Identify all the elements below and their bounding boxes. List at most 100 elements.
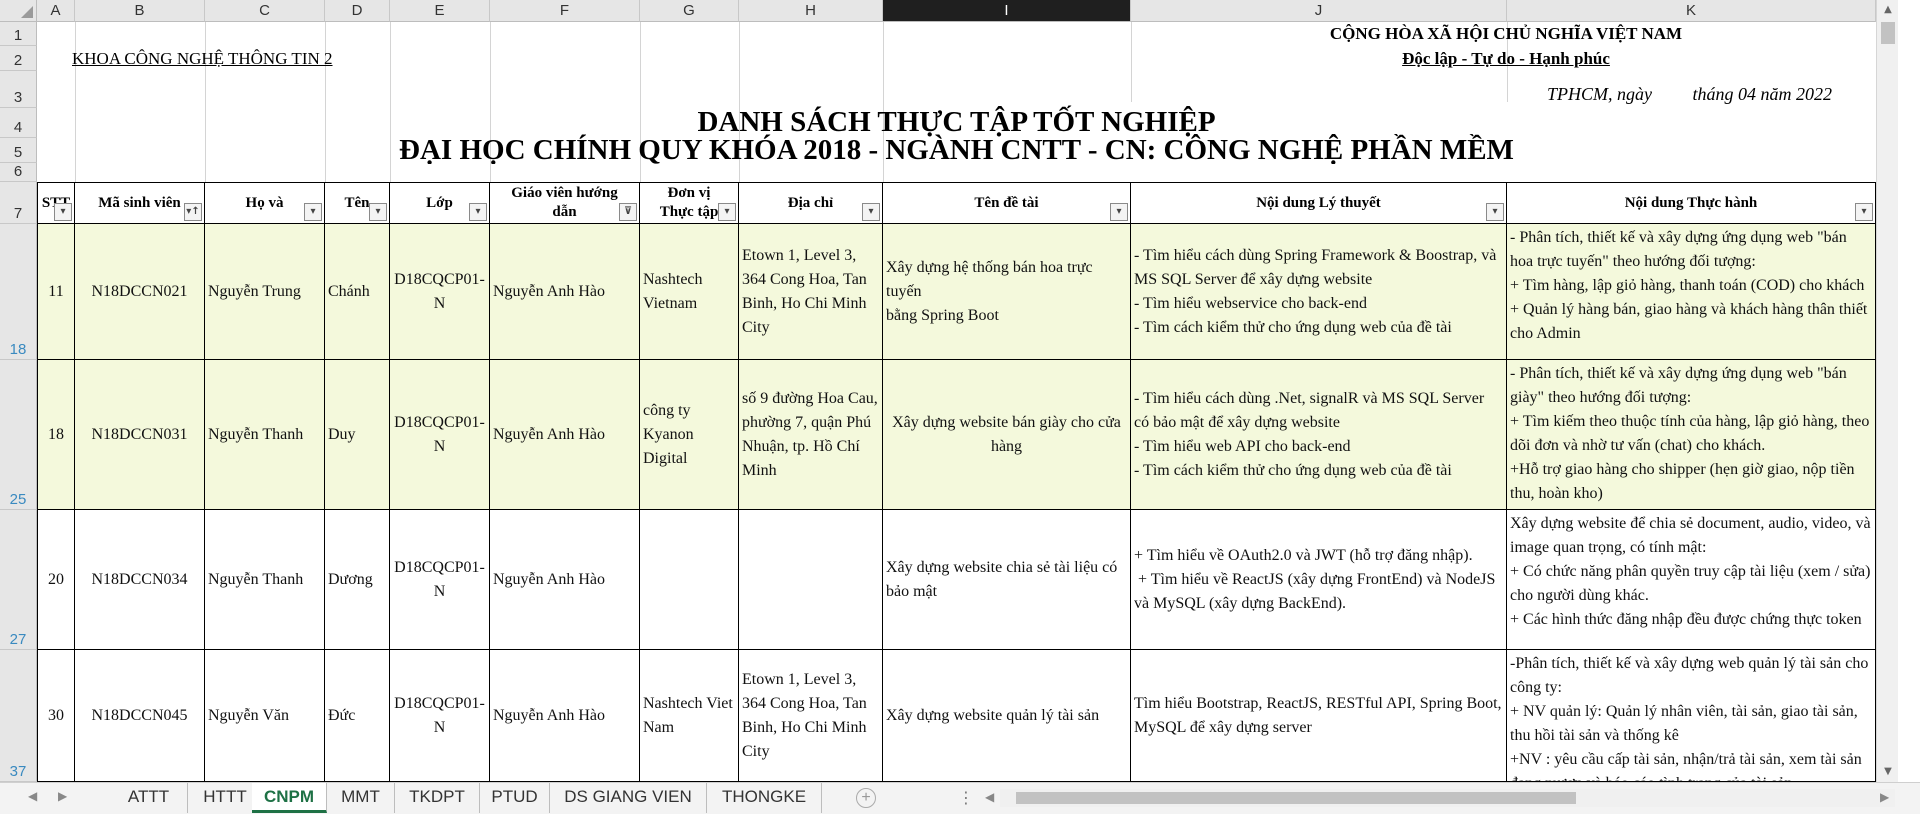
column-header-e[interactable]: E: [390, 0, 490, 22]
cell-donvi[interactable]: [640, 510, 739, 650]
cell-gv[interactable]: Nguyễn Anh Hào: [490, 360, 640, 510]
filter-dropdown-icon[interactable]: ▾: [718, 203, 736, 221]
cell-diachi[interactable]: Etown 1, Level 3, 364 Cong Hoa, Tan Binh…: [739, 650, 883, 782]
nav-prev-icon[interactable]: ◀: [28, 789, 37, 803]
row-number: 25: [9, 491, 27, 508]
cell-detai[interactable]: Xây dựng website quản lý tài sản: [883, 650, 1131, 782]
column-header-c[interactable]: C: [205, 0, 325, 22]
cell-gv[interactable]: Nguyễn Anh Hào: [490, 510, 640, 650]
tab-thongke[interactable]: THONGKE: [707, 783, 822, 813]
cell-stt-text: 30: [48, 706, 64, 724]
cell-diachi[interactable]: số 9 đường Hoa Cau, phường 7, quận Phú N…: [739, 360, 883, 510]
cell-lop[interactable]: D18CQCP01-N: [390, 224, 490, 360]
cell-donvi[interactable]: Nashtech Vietnam: [640, 224, 739, 360]
hscroll-left-icon[interactable]: ◀: [985, 790, 994, 804]
cell-msv[interactable]: N18DCCN031: [75, 360, 205, 510]
tab-ds-giang-vien[interactable]: DS GIANG VIEN: [550, 783, 707, 813]
hscroll-right-icon[interactable]: ▶: [1880, 790, 1889, 804]
tab-mmt[interactable]: MMT: [327, 783, 395, 813]
tab-ptud[interactable]: PTUD: [480, 783, 550, 813]
tab-tkdpt[interactable]: TKDPT: [395, 783, 480, 813]
filter-dropdown-icon[interactable]: ▾: [469, 203, 487, 221]
cell-detai[interactable]: Xây dựng website bán giày cho cửa hàng: [883, 360, 1131, 510]
cell-ten[interactable]: Đức: [325, 650, 390, 782]
hscroll-thumb[interactable]: [1016, 792, 1576, 804]
filter-dropdown-icon[interactable]: ▾: [1486, 203, 1504, 221]
cell-ho[interactable]: Nguyễn Trung: [205, 224, 325, 360]
cell-ten[interactable]: Dương: [325, 510, 390, 650]
cell-donvi[interactable]: công ty Kyanon Digital: [640, 360, 739, 510]
tab-attt[interactable]: ATTT: [110, 783, 188, 813]
column-header-a[interactable]: A: [37, 0, 75, 22]
column-header-h[interactable]: H: [739, 0, 883, 22]
filter-dropdown-icon[interactable]: ▾: [369, 203, 387, 221]
nav-next-icon[interactable]: ▶: [58, 789, 67, 803]
column-header-d[interactable]: D: [325, 0, 390, 22]
column-header-f[interactable]: F: [490, 0, 640, 22]
row-header-6[interactable]: 6: [0, 163, 37, 182]
row-header-4[interactable]: 4: [0, 108, 37, 138]
cell-lythuyet[interactable]: - Tìm hiểu cách dùng Spring Framework & …: [1131, 224, 1507, 360]
filter-dropdown-icon[interactable]: ▾: [54, 203, 72, 221]
cell-ten[interactable]: Chánh: [325, 224, 390, 360]
row-header-3[interactable]: 3: [0, 71, 37, 108]
column-header-k[interactable]: K: [1507, 0, 1876, 22]
cell-gv[interactable]: Nguyễn Anh Hào: [490, 224, 640, 360]
scroll-thumb[interactable]: [1881, 22, 1895, 44]
cell-stt[interactable]: 20: [37, 510, 75, 650]
row-header-2[interactable]: 2: [0, 46, 37, 71]
column-header-j[interactable]: J: [1131, 0, 1507, 22]
select-all-corner[interactable]: [0, 0, 37, 22]
column-header-b[interactable]: B: [75, 0, 205, 22]
vertical-scrollbar[interactable]: ▲ ▼: [1876, 0, 1898, 782]
scroll-up-icon[interactable]: ▲: [1877, 0, 1898, 20]
cell-diachi[interactable]: Etown 1, Level 3, 364 Cong Hoa, Tan Binh…: [739, 224, 883, 360]
cell-lythuyet[interactable]: + Tìm hiểu về OAuth2.0 và JWT (hỗ trợ đă…: [1131, 510, 1507, 650]
cell-ho[interactable]: Nguyễn Văn: [205, 650, 325, 782]
horizontal-scrollbar[interactable]: [1000, 789, 1895, 807]
cell-lop[interactable]: D18CQCP01-N: [390, 360, 490, 510]
cell-thuchanh[interactable]: - Phân tích, thiết kế và xây dựng ứng dụ…: [1507, 360, 1876, 510]
cell-gv[interactable]: Nguyễn Anh Hào: [490, 650, 640, 782]
cell-donvi[interactable]: Nashtech Viet Nam: [640, 650, 739, 782]
more-options-icon[interactable]: ⋮: [958, 788, 974, 807]
cell-thuchanh[interactable]: Xây dựng website để chia sẻ document, au…: [1507, 510, 1876, 650]
sort-filter-icon[interactable]: ▾↑: [184, 203, 202, 221]
add-sheet-icon[interactable]: +: [856, 788, 876, 808]
cell-thuchanh[interactable]: -Phân tích, thiết kế và xây dựng web quả…: [1507, 650, 1876, 782]
filter-dropdown-icon[interactable]: ▾: [304, 203, 322, 221]
column-header-i[interactable]: I: [883, 0, 1131, 22]
cell-stt[interactable]: 11: [37, 224, 75, 360]
filter-dropdown-icon[interactable]: ▾: [1110, 203, 1128, 221]
cell-stt[interactable]: 18: [37, 360, 75, 510]
cell-stt[interactable]: 30: [37, 650, 75, 782]
filter-dropdown-icon[interactable]: ▾: [1855, 203, 1873, 221]
row-header-1[interactable]: 1: [0, 22, 37, 46]
spreadsheet-grid[interactable]: A B C D E F G H I J K 1 2 3 4 5 6 7 18 2…: [0, 0, 1898, 782]
row-header-25[interactable]: 25: [0, 360, 37, 510]
cell-detai[interactable]: Xây dựng website chia sẻ tài liệu có bảo…: [883, 510, 1131, 650]
row-header-18[interactable]: 18: [0, 224, 37, 360]
cell-msv[interactable]: N18DCCN034: [75, 510, 205, 650]
cell-msv[interactable]: N18DCCN045: [75, 650, 205, 782]
column-header-g[interactable]: G: [640, 0, 739, 22]
cell-thuchanh[interactable]: - Phân tích, thiết kế và xây dựng ứng dụ…: [1507, 224, 1876, 360]
row-header-37[interactable]: 37: [0, 650, 37, 782]
cell-lythuyet[interactable]: Tìm hiểu Bootstrap, ReactJS, RESTful API…: [1131, 650, 1507, 782]
cell-lop[interactable]: D18CQCP01-N: [390, 650, 490, 782]
cell-lop[interactable]: D18CQCP01-N: [390, 510, 490, 650]
row-header-5[interactable]: 5: [0, 138, 37, 163]
cell-lythuyet[interactable]: - Tìm hiểu cách dùng .Net, signalR và MS…: [1131, 360, 1507, 510]
cell-ho[interactable]: Nguyễn Thanh: [205, 510, 325, 650]
cell-msv[interactable]: N18DCCN021: [75, 224, 205, 360]
row-header-27[interactable]: 27: [0, 510, 37, 650]
cell-ho[interactable]: Nguyễn Thanh: [205, 360, 325, 510]
cell-detai[interactable]: Xây dựng hệ thống bán hoa trực tuyến bằn…: [883, 224, 1131, 360]
active-filter-icon[interactable]: ⊽: [619, 203, 637, 221]
row-header-7[interactable]: 7: [0, 182, 37, 224]
tab-cnpm[interactable]: CNPM: [252, 783, 327, 813]
filter-dropdown-icon[interactable]: ▾: [862, 203, 880, 221]
cell-ten[interactable]: Duy: [325, 360, 390, 510]
cell-diachi[interactable]: [739, 510, 883, 650]
scroll-down-icon[interactable]: ▼: [1877, 762, 1898, 782]
